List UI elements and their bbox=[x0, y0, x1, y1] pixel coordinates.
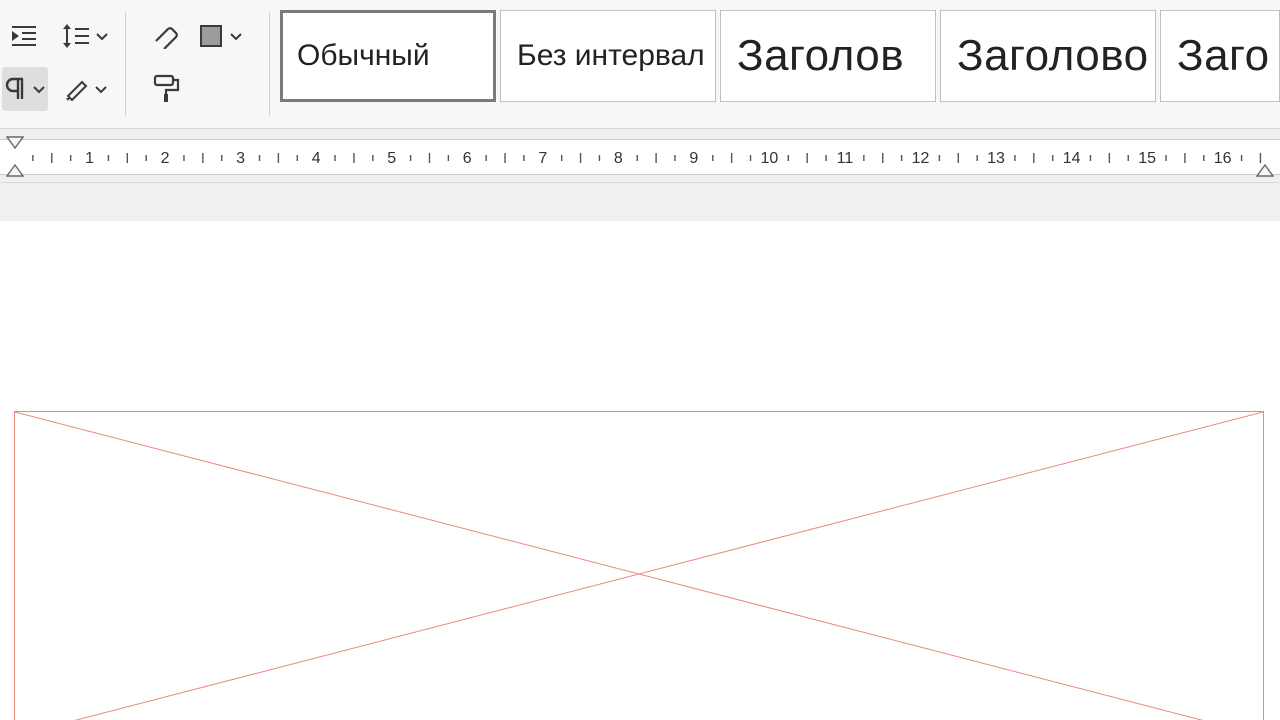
ruler-ticks: 12345678910111213141516 bbox=[14, 140, 1268, 174]
toolbar-separator bbox=[269, 12, 270, 116]
chevron-down-icon[interactable] bbox=[94, 82, 108, 96]
ruler-number: 9 bbox=[689, 150, 698, 167]
ruler-number: 8 bbox=[614, 150, 623, 167]
paragraph-group bbox=[0, 0, 119, 128]
highlight-icon bbox=[62, 76, 90, 102]
style-item-label: Заголов bbox=[737, 31, 904, 81]
shading-icon bbox=[199, 24, 225, 48]
style-item-label: Без интервал bbox=[517, 39, 705, 73]
ruler-number: 6 bbox=[463, 150, 472, 167]
style-item[interactable]: Заго bbox=[1160, 10, 1280, 102]
toolbar-separator bbox=[125, 12, 126, 116]
ruler-number: 13 bbox=[987, 150, 1005, 167]
document-area: ¶ bbox=[0, 183, 1280, 720]
style-item[interactable]: Без интервал bbox=[500, 10, 716, 102]
clone-formatting-button[interactable] bbox=[146, 67, 186, 111]
indent-increase-icon bbox=[10, 23, 40, 49]
highlight-color-button[interactable] bbox=[62, 67, 109, 111]
paint-roller-icon bbox=[151, 74, 181, 104]
formatting-toolbar: Обычный Без интервал Заголов Заголово Заго bbox=[0, 0, 1280, 129]
indent-increase-button[interactable] bbox=[2, 14, 48, 58]
ruler-number: 2 bbox=[161, 150, 170, 167]
page[interactable]: ¶ bbox=[0, 221, 1280, 720]
pilcrow-icon bbox=[4, 76, 28, 102]
ruler-number: 11 bbox=[837, 150, 854, 167]
style-gallery: Обычный Без интервал Заголов Заголово Заго bbox=[276, 0, 1280, 128]
ruler-number: 5 bbox=[387, 150, 396, 167]
ruler-number: 15 bbox=[1138, 150, 1156, 167]
chevron-down-icon[interactable] bbox=[95, 29, 109, 43]
style-item[interactable]: Обычный bbox=[280, 10, 496, 102]
chevron-down-icon[interactable] bbox=[229, 29, 243, 43]
ruler-number: 10 bbox=[761, 150, 779, 167]
chevron-down-icon[interactable] bbox=[32, 82, 46, 96]
style-item-label: Заголово bbox=[957, 31, 1149, 81]
broken-image-placeholder[interactable] bbox=[14, 411, 1264, 720]
ruler-number: 16 bbox=[1214, 150, 1232, 167]
eraser-icon bbox=[150, 23, 182, 49]
ruler-number: 14 bbox=[1063, 150, 1081, 167]
horizontal-ruler[interactable]: 12345678910111213141516 bbox=[0, 129, 1280, 183]
formatting-marks-button[interactable] bbox=[2, 67, 48, 111]
ruler-number: 3 bbox=[236, 150, 245, 167]
style-item-label: Заго bbox=[1177, 31, 1270, 81]
ruler-number: 7 bbox=[538, 150, 547, 167]
line-spacing-icon bbox=[61, 23, 91, 49]
formatting-group bbox=[132, 0, 263, 128]
style-item[interactable]: Заголово bbox=[940, 10, 1156, 102]
style-item-label: Обычный bbox=[297, 39, 430, 73]
style-item[interactable]: Заголов bbox=[720, 10, 936, 102]
shading-button[interactable] bbox=[200, 14, 243, 58]
ruler-number: 12 bbox=[912, 150, 930, 167]
eraser-button[interactable] bbox=[146, 14, 186, 58]
ruler-number: 4 bbox=[312, 150, 321, 167]
line-spacing-button[interactable] bbox=[62, 14, 109, 58]
ruler-number: 1 bbox=[85, 150, 94, 167]
